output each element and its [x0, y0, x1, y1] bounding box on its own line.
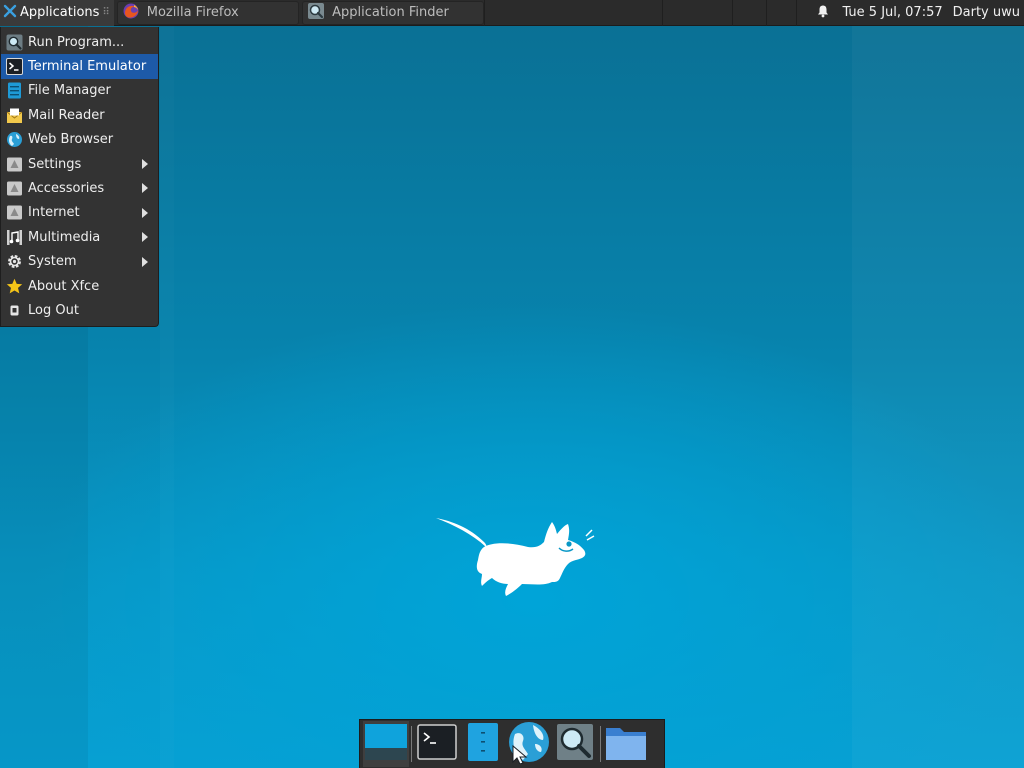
dock-web-browser[interactable] — [506, 721, 552, 767]
logout-icon — [6, 302, 23, 319]
task-application-finder[interactable]: Application Finder — [302, 0, 485, 25]
dock — [359, 719, 665, 768]
menu-item-label: Mail Reader — [28, 107, 105, 123]
top-panel: Applications ⠿ Mozilla Firefox Applicati… — [0, 0, 1024, 26]
menu-item-label: Internet — [28, 205, 80, 221]
submenu-arrow-icon — [142, 158, 148, 169]
dock-terminal[interactable] — [414, 721, 460, 767]
menu-item-label: System — [28, 254, 77, 270]
menu-item-mail-reader[interactable]: Mail Reader — [1, 103, 158, 127]
web-browser-icon — [6, 131, 23, 148]
clock[interactable]: Tue 5 Jul, 07:57 — [842, 5, 942, 20]
file-manager-icon — [467, 722, 499, 766]
submenu-arrow-icon — [142, 183, 148, 194]
app-finder-icon — [307, 2, 325, 24]
menu-item-label: Terminal Emulator — [28, 59, 147, 75]
menu-item-label: Accessories — [28, 181, 105, 197]
terminal-icon — [417, 724, 457, 764]
internet-icon — [6, 204, 23, 221]
menu-item-web-browser[interactable]: Web Browser — [1, 128, 158, 152]
task-label: Mozilla Firefox — [146, 5, 239, 20]
dock-show-desktop[interactable] — [363, 721, 409, 767]
menu-item-multimedia[interactable]: Multimedia — [1, 225, 158, 249]
menu-item-system[interactable]: System — [1, 250, 158, 274]
submenu-arrow-icon — [142, 207, 148, 218]
app-finder-icon — [556, 723, 594, 765]
menu-item-label: Multimedia — [28, 229, 101, 245]
accessories-icon — [6, 180, 23, 197]
menu-item-label: Run Program... — [28, 34, 125, 50]
mail-icon — [6, 107, 23, 124]
folder-icon — [604, 722, 648, 766]
menu-item-label: Web Browser — [28, 132, 114, 148]
web-browser-icon — [507, 720, 551, 768]
menu-item-label: File Manager — [28, 83, 111, 99]
menu-item-log-out[interactable]: Log Out — [1, 298, 158, 322]
applications-label: Applications — [20, 5, 100, 20]
dock-separator — [411, 726, 412, 762]
applications-menu-button[interactable]: Applications ⠿ — [0, 0, 114, 26]
xfce-mouse-logo — [432, 512, 596, 606]
task-firefox[interactable]: Mozilla Firefox — [116, 0, 300, 25]
menu-item-run-program[interactable]: Run Program... — [1, 30, 158, 54]
panel-handle-icon[interactable]: ⠿ — [102, 7, 109, 18]
firefox-icon — [122, 2, 140, 24]
dock-app-finder[interactable] — [552, 721, 598, 767]
menu-item-file-manager[interactable]: File Manager — [1, 79, 158, 103]
desktop-band — [160, 26, 174, 768]
run-program-icon — [6, 34, 23, 51]
multimedia-icon — [6, 229, 23, 246]
dock-folder[interactable] — [603, 721, 649, 767]
star-icon — [6, 278, 23, 295]
menu-item-label: About Xfce — [28, 278, 100, 294]
menu-item-settings[interactable]: Settings — [1, 152, 158, 176]
menu-item-accessories[interactable]: Accessories — [1, 176, 158, 200]
dock-separator — [600, 726, 601, 762]
system-gear-icon — [6, 253, 23, 270]
menu-item-internet[interactable]: Internet — [1, 201, 158, 225]
dock-file-manager[interactable] — [460, 721, 506, 767]
user-name[interactable]: Darty uwu — [953, 5, 1020, 20]
menu-item-label: Log Out — [28, 302, 79, 318]
submenu-arrow-icon — [142, 232, 148, 243]
menu-item-about-xfce[interactable]: About Xfce — [1, 274, 158, 298]
bell-icon[interactable] — [816, 4, 830, 22]
applications-menu: Run Program... Terminal Emulator File Ma… — [0, 27, 159, 327]
menu-item-label: Settings — [28, 156, 82, 172]
desktop-band — [852, 26, 1024, 768]
panel-spacer — [484, 0, 806, 26]
file-manager-icon — [6, 82, 23, 99]
system-tray: Tue 5 Jul, 07:57 Darty uwu — [806, 0, 1024, 26]
menu-item-terminal-emulator[interactable]: Terminal Emulator — [1, 54, 158, 79]
xfce-logo-icon — [3, 4, 17, 22]
terminal-icon — [6, 58, 23, 76]
settings-icon — [6, 156, 23, 173]
show-desktop-icon — [365, 722, 407, 766]
task-label: Application Finder — [332, 5, 449, 20]
submenu-arrow-icon — [142, 256, 148, 267]
